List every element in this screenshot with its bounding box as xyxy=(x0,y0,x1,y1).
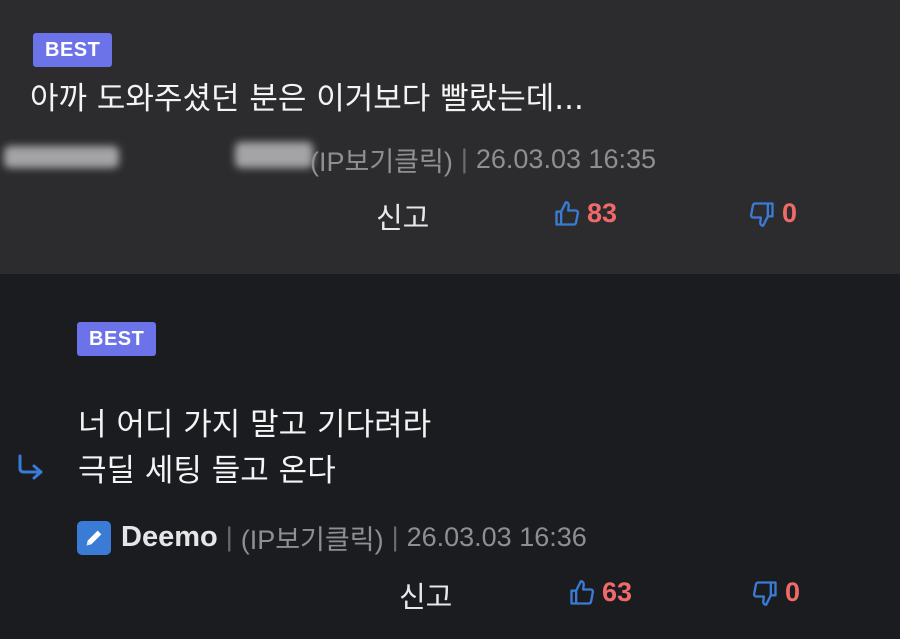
report-button[interactable]: 신고 xyxy=(399,574,452,616)
comment-meta: (IP보기클릭) | 26.03.03 16:35 xyxy=(310,140,656,179)
upvote-count: 83 xyxy=(587,198,618,228)
comment-actions: 신고 xyxy=(399,574,452,616)
blurred-author-left xyxy=(4,146,119,168)
meta-separator: | xyxy=(460,144,468,174)
comment-best-1: BEST 아까 도와주셨던 분은 이거보다 빨랐는데... (IP보기클릭) |… xyxy=(0,0,900,274)
upvote-button[interactable]: 63 xyxy=(568,577,632,608)
best-badge: BEST xyxy=(33,33,113,67)
timestamp: 26.03.03 16:36 xyxy=(406,522,587,552)
comment-best-2-reply: BEST 너 어디 가지 말고 기다려라 극딜 세팅 들고 온다 Deemo |… xyxy=(0,274,900,639)
ip-view-link[interactable]: (IP보기클릭) xyxy=(241,518,384,557)
comment-text: 아까 도와주셨던 분은 이거보다 빨랐는데... xyxy=(30,81,584,117)
comment-meta: Deemo | (IP보기클릭) | 26.03.03 16:36 xyxy=(77,518,587,557)
timestamp: 26.03.03 16:35 xyxy=(475,144,657,174)
best-badge: BEST xyxy=(77,322,157,356)
downvote-count: 0 xyxy=(782,198,798,228)
thumbs-up-icon xyxy=(570,579,595,605)
thumbs-down-icon xyxy=(752,580,777,606)
comment-text: 너 어디 가지 말고 기다려라 극딜 세팅 들고 온다 xyxy=(78,407,432,489)
thumbs-up-icon xyxy=(555,200,580,226)
author-name[interactable]: Deemo xyxy=(121,521,218,554)
downvote-button[interactable]: 0 xyxy=(748,198,797,229)
reply-arrow-icon xyxy=(18,454,43,480)
thumbs-down-icon xyxy=(749,201,774,227)
downvote-button[interactable]: 0 xyxy=(751,577,800,608)
pencil-icon xyxy=(77,520,111,555)
report-button[interactable]: 신고 xyxy=(376,195,429,237)
upvote-count: 63 xyxy=(602,577,633,607)
upvote-button[interactable]: 83 xyxy=(553,198,617,229)
comment-actions: 신고 xyxy=(376,195,429,237)
blurred-author-right xyxy=(235,142,313,168)
downvote-count: 0 xyxy=(785,577,801,607)
meta-separator: | xyxy=(225,522,233,552)
ip-view-link[interactable]: (IP보기클릭) xyxy=(310,140,453,179)
meta-separator: | xyxy=(391,522,399,552)
